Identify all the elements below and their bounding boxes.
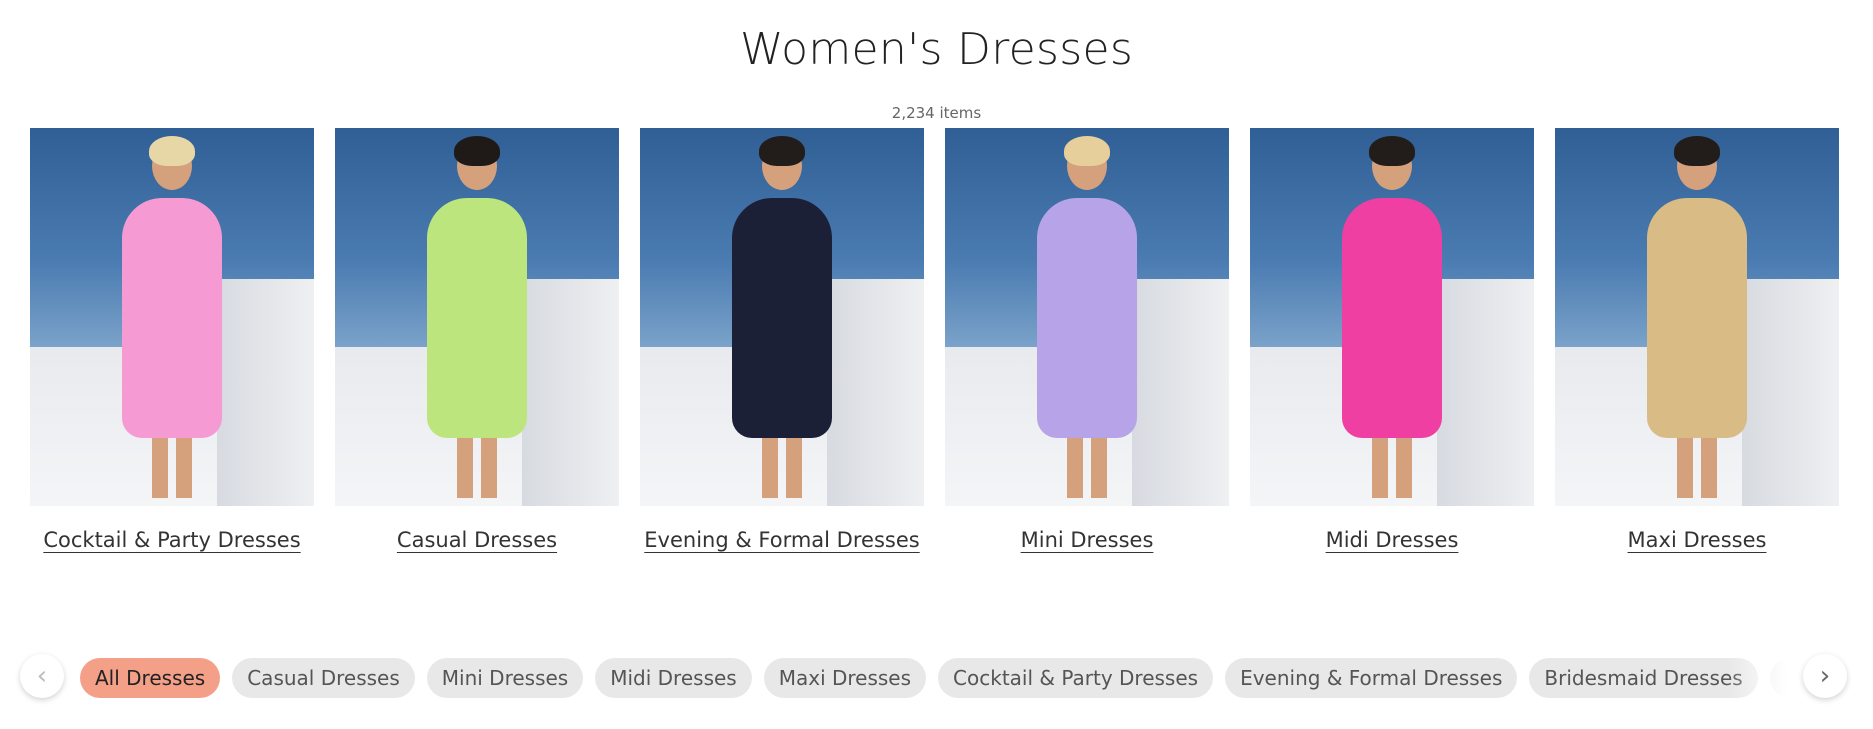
category-image[interactable] <box>30 128 314 506</box>
page-title: Women's Dresses <box>739 24 1134 75</box>
model-dress <box>1647 198 1747 438</box>
category-link[interactable]: Maxi Dresses <box>1555 528 1839 552</box>
category-image[interactable] <box>640 128 924 506</box>
filter-chip[interactable]: Maxi Dresses <box>763 658 927 698</box>
filter-chip[interactable]: All Dresses <box>80 658 221 698</box>
category-link[interactable]: Casual Dresses <box>335 528 619 552</box>
category-card-cocktail-party[interactable]: Cocktail & Party Dresses <box>30 128 314 552</box>
backdrop-wall <box>1437 279 1534 506</box>
category-image[interactable] <box>945 128 1229 506</box>
backdrop-wall <box>827 279 924 506</box>
category-link[interactable]: Mini Dresses <box>945 528 1229 552</box>
category-card-midi[interactable]: Midi Dresses <box>1250 128 1534 552</box>
model-hair <box>759 136 805 166</box>
filter-chip[interactable]: Evening & Formal Dresses <box>1225 658 1518 698</box>
model-hair <box>1064 136 1110 166</box>
filter-chip-carousel: ‹ All Dresses Casual Dresses Mini Dresses M… <box>0 648 1873 708</box>
backdrop-wall <box>1132 279 1229 506</box>
carousel-next-button[interactable]: › <box>1803 654 1847 698</box>
filter-chip[interactable]: Midi Dresses <box>595 658 752 698</box>
carousel-prev-button[interactable]: ‹ <box>20 654 64 698</box>
category-card-casual[interactable]: Casual Dresses <box>335 128 619 552</box>
category-link[interactable]: Midi Dresses <box>1250 528 1534 552</box>
chevron-right-icon: › <box>1819 661 1831 691</box>
chips-fade-overlay <box>1727 658 1787 700</box>
category-image[interactable] <box>1555 128 1839 506</box>
model-hair <box>1369 136 1415 166</box>
filter-chip[interactable]: Casual Dresses <box>232 658 415 698</box>
filter-chip[interactable]: Cocktail & Party Dresses <box>938 658 1214 698</box>
model-hair <box>1674 136 1720 166</box>
category-image[interactable] <box>335 128 619 506</box>
model-dress <box>1342 198 1442 438</box>
model-dress <box>122 198 222 438</box>
filter-chip[interactable]: Bridesmaid Dresses <box>1529 658 1758 698</box>
category-cards: Cocktail & Party Dresses Casual Dresses … <box>30 128 1845 568</box>
filter-chip[interactable]: Mini Dresses <box>426 658 584 698</box>
category-link[interactable]: Evening & Formal Dresses <box>640 528 924 552</box>
backdrop-wall <box>522 279 619 506</box>
category-card-evening-formal[interactable]: Evening & Formal Dresses <box>640 128 924 552</box>
item-count: 2,234 items <box>891 104 982 122</box>
backdrop-wall <box>217 279 314 506</box>
model-dress <box>1037 198 1137 438</box>
category-card-mini[interactable]: Mini Dresses <box>945 128 1229 552</box>
model-hair <box>149 136 195 166</box>
model-dress <box>732 198 832 438</box>
category-image[interactable] <box>1250 128 1534 506</box>
backdrop-wall <box>1742 279 1839 506</box>
category-link[interactable]: Cocktail & Party Dresses <box>30 528 314 552</box>
chevron-left-icon: ‹ <box>36 661 48 691</box>
filter-chips: All Dresses Casual Dresses Mini Dresses Mid… <box>80 658 1787 700</box>
category-card-maxi[interactable]: Maxi Dresses <box>1555 128 1839 552</box>
model-dress <box>427 198 527 438</box>
model-hair <box>454 136 500 166</box>
